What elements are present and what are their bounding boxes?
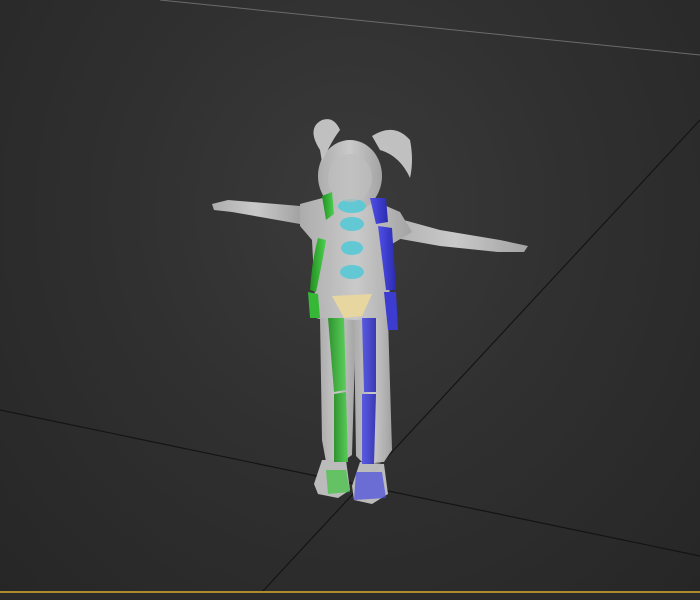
spine-link-1: [340, 217, 364, 231]
grid-line-far-top: [159, 0, 700, 56]
biped-right-foot: [354, 472, 386, 500]
biped-right-calf: [362, 394, 376, 464]
biped-right-thigh: [362, 318, 376, 392]
viewport-active-border: [0, 591, 700, 600]
biped-left-foot: [326, 470, 350, 494]
spine-link-2: [341, 241, 363, 255]
spine-link-3: [340, 265, 364, 279]
viewport-scene[interactable]: [0, 0, 700, 600]
biped-left-calf: [334, 392, 348, 462]
biped-head: [328, 154, 372, 202]
mesh-left-arm: [212, 200, 300, 224]
perspective-viewport[interactable]: [0, 0, 700, 600]
